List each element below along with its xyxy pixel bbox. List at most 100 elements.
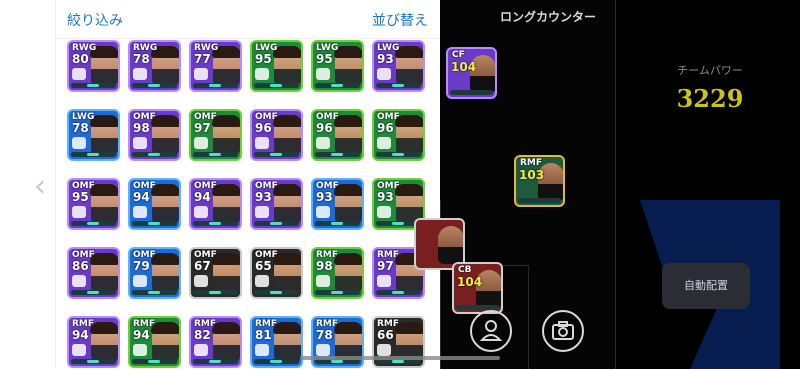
player-card[interactable]: OMF 94	[128, 178, 181, 230]
club-badge-icon	[255, 137, 269, 149]
player-card[interactable]: RMF 66	[372, 316, 425, 368]
club-badge-icon	[377, 206, 391, 218]
player-card[interactable]: OMF 98	[128, 109, 181, 161]
player-card[interactable]: OMF 67	[189, 247, 242, 299]
filter-button[interactable]: 絞り込み	[67, 10, 123, 30]
team-power-label: チームパワー	[677, 64, 743, 77]
pitch-player-rating: 103	[519, 168, 545, 182]
player-card[interactable]: OMF 93	[311, 178, 364, 230]
player-card[interactable]: OMF 95	[67, 178, 120, 230]
card-rating: 77	[194, 52, 211, 66]
club-badge-icon	[72, 275, 86, 287]
player-card[interactable]: RMF 94	[67, 316, 120, 368]
camera-button[interactable]	[542, 310, 584, 352]
player-status-bar	[254, 359, 299, 364]
club-badge-icon	[377, 275, 391, 287]
player-status-bar	[315, 221, 360, 226]
player-status-bar	[315, 152, 360, 157]
player-card[interactable]: RMF 82	[189, 316, 242, 368]
pitch-line	[528, 265, 529, 369]
player-hair	[334, 322, 362, 334]
pitch: ロングカウンター CF 104 RMF 103 CB 104	[414, 0, 615, 369]
club-badge-icon	[316, 68, 330, 80]
player-card[interactable]: OMF 93	[250, 178, 303, 230]
pitch-player-rating: 104	[451, 60, 477, 74]
player-status-bar	[71, 290, 116, 295]
player-status-bar	[193, 290, 238, 295]
person-icon	[479, 320, 503, 341]
player-card[interactable]: RWG 80	[67, 40, 120, 92]
club-badge-icon	[194, 206, 208, 218]
profile-button[interactable]	[470, 310, 512, 352]
player-card[interactable]: RWG 77	[189, 40, 242, 92]
player-card[interactable]: LWG 95	[250, 40, 303, 92]
player-hair	[395, 322, 423, 334]
player-card[interactable]: OMF 79	[128, 247, 181, 299]
club-badge-icon	[316, 275, 330, 287]
player-card[interactable]: OMF 94	[189, 178, 242, 230]
player-status-bar	[132, 359, 177, 364]
card-rating: 93	[377, 190, 394, 204]
formation-area: ロングカウンター CF 104 RMF 103 CB 104 チームパワー 32…	[414, 0, 800, 369]
player-card[interactable]: LWG 93	[372, 40, 425, 92]
player-portrait	[438, 226, 463, 264]
sort-button[interactable]: 並び替え	[372, 10, 428, 30]
card-rating: 94	[194, 190, 211, 204]
card-rating: 95	[255, 52, 272, 66]
player-status-bar	[132, 290, 177, 295]
player-card[interactable]: RMF 78	[311, 316, 364, 368]
player-card-grid: RWG 80 RWG 78 RWG 77 LWG 95 LWG 95 LWG 93 LWG 78 OMF 98…	[64, 40, 436, 369]
player-card[interactable]: LWG 78	[67, 109, 120, 161]
club-badge-icon	[255, 344, 269, 356]
card-rating: 96	[316, 121, 333, 135]
pitch-player-rating: 104	[457, 275, 483, 289]
player-status-bar	[254, 152, 299, 157]
left-gutter: ‹	[0, 0, 55, 369]
club-badge-icon	[255, 206, 269, 218]
player-list-panel: 絞り込み 並び替え RWG 80 RWG 78 RWG 77 LWG 95 LWG 95 LWG 93…	[55, 0, 441, 369]
club-badge-icon	[255, 68, 269, 80]
player-card[interactable]: OMF 96	[250, 109, 303, 161]
player-card[interactable]: OMF 97	[189, 109, 242, 161]
club-badge-icon	[316, 137, 330, 149]
player-card[interactable]: RWG 78	[128, 40, 181, 92]
card-rating: 93	[377, 52, 394, 66]
screen: ‹ 絞り込み 並び替え RWG 80 RWG 78 RWG 77 LWG 95 LWG 95 LWG…	[0, 0, 800, 369]
card-rating: 95	[72, 190, 89, 204]
club-badge-icon	[377, 68, 391, 80]
player-status-bar	[71, 152, 116, 157]
club-badge-icon	[377, 344, 391, 356]
pitch-player-position: CF	[452, 50, 465, 60]
player-card[interactable]: RMF 81	[250, 316, 303, 368]
club-badge-icon	[133, 137, 147, 149]
pitch-player-cb[interactable]: CB 104	[452, 262, 503, 314]
chevron-left-icon[interactable]: ‹	[32, 172, 48, 202]
panel-divider	[615, 0, 616, 369]
club-badge-icon	[133, 275, 147, 287]
player-card[interactable]: RMF 98	[311, 247, 364, 299]
player-status-bar	[254, 221, 299, 226]
card-rating: 93	[316, 190, 333, 204]
card-rating: 66	[377, 328, 394, 342]
card-rating: 79	[133, 259, 150, 273]
player-status-bar	[254, 83, 299, 88]
player-card[interactable]: OMF 65	[250, 247, 303, 299]
player-status-bar	[254, 290, 299, 295]
player-status-bar	[376, 83, 421, 88]
camera-icon	[552, 321, 574, 340]
card-rating: 97	[377, 259, 394, 273]
player-card[interactable]: OMF 86	[67, 247, 120, 299]
pitch-player-cf[interactable]: CF 104	[446, 47, 497, 99]
player-card[interactable]: OMF 96	[311, 109, 364, 161]
card-rating: 94	[133, 190, 150, 204]
player-hair	[212, 322, 240, 334]
player-card[interactable]: LWG 95	[311, 40, 364, 92]
player-card[interactable]: OMF 96	[372, 109, 425, 161]
player-card[interactable]: RMF 94	[128, 316, 181, 368]
card-rating: 93	[255, 190, 272, 204]
player-hair	[334, 253, 362, 265]
home-indicator	[300, 356, 500, 360]
club-badge-icon	[72, 206, 86, 218]
auto-assign-button[interactable]: 自動配置	[662, 263, 750, 309]
pitch-player-rmf[interactable]: RMF 103	[514, 155, 565, 207]
